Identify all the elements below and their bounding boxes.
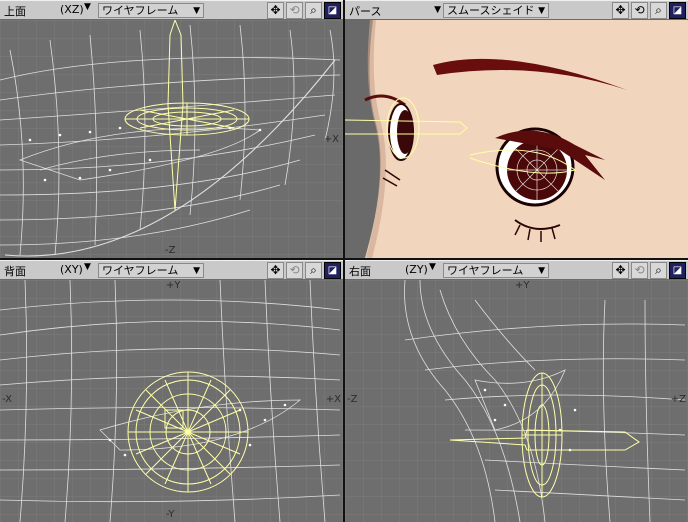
rotate-view-icon[interactable]: ⟲ (286, 2, 303, 19)
zoom-view-icon[interactable]: ⌕ (650, 2, 667, 19)
viewport-canvas[interactable] (345, 20, 688, 258)
viewport-header: 上面 (XZ) ▼ ワイヤフレーム ▼ ✥ ⟲ ⌕ ◪ (0, 0, 343, 20)
view-type-select[interactable]: ▼ (357, 3, 441, 18)
chevron-down-icon: ▼ (193, 6, 200, 16)
view-dropdown-arrow-icon[interactable]: ▼ (429, 262, 436, 272)
viewport-toolbar: ✥ ⟲ ⌕ ◪ (612, 262, 686, 279)
viewport-canvas[interactable]: +X -Z (0, 20, 343, 258)
maximize-view-icon[interactable]: ◪ (669, 2, 686, 19)
axis-label-right: +X (325, 394, 341, 405)
display-mode-select[interactable]: ワイヤフレーム ▼ (98, 263, 204, 278)
move-view-icon[interactable]: ✥ (612, 2, 629, 19)
display-mode-select[interactable]: ワイヤフレーム ▼ (98, 3, 204, 18)
axis-label-right: +Z (670, 394, 686, 405)
axis-label-bottom: -Y (166, 509, 175, 520)
axis-label-bottom: -Z (165, 245, 176, 256)
rotate-view-icon[interactable]: ⟲ (631, 2, 648, 19)
chevron-down-icon: ▼ (538, 6, 545, 16)
viewport-header: 右面 (ZY) ▼ ワイヤフレーム ▼ ✥ ⟲ ⌕ ◪ (345, 260, 688, 280)
chevron-down-icon: ▼ (193, 266, 200, 276)
view-dropdown-arrow-icon[interactable]: ▼ (84, 262, 91, 272)
axis-label-right: +X (323, 134, 339, 145)
view-dropdown-arrow-icon[interactable]: ▼ (84, 2, 91, 12)
rotate-view-icon[interactable]: ⟲ (631, 262, 648, 279)
axis-label-top: +Y (166, 280, 181, 291)
move-view-icon[interactable]: ✥ (267, 2, 284, 19)
axis-label-left: -X (2, 394, 12, 405)
axis-label: (ZY) (405, 263, 428, 276)
viewport-canvas[interactable]: +Y -Z +Z (345, 280, 688, 522)
rotate-view-icon[interactable]: ⟲ (286, 262, 303, 279)
maximize-view-icon[interactable]: ◪ (324, 2, 341, 19)
display-mode-label: ワイヤフレーム (447, 264, 524, 277)
viewport-canvas[interactable]: +Y -X +X -Y (0, 280, 343, 522)
viewport-top[interactable]: 上面 (XZ) ▼ ワイヤフレーム ▼ ✥ ⟲ ⌕ ◪ +X -Z (0, 0, 343, 258)
viewport-toolbar: ✥ ⟲ ⌕ ◪ (267, 2, 341, 19)
viewport-header: パース ▼ スムースシェイド ▼ ✥ ⟲ ⌕ ◪ (345, 0, 688, 20)
axis-label: (XY) (60, 263, 83, 276)
viewport-toolbar: ✥ ⟲ ⌕ ◪ (612, 2, 686, 19)
display-mode-label: ワイヤフレーム (102, 264, 179, 277)
viewport-name: 背面 (4, 265, 26, 278)
zoom-view-icon[interactable]: ⌕ (305, 262, 322, 279)
maximize-view-icon[interactable]: ◪ (669, 262, 686, 279)
display-mode-label: ワイヤフレーム (102, 4, 179, 17)
maximize-view-icon[interactable]: ◪ (324, 262, 341, 279)
display-mode-select[interactable]: スムースシェイド ▼ (443, 3, 549, 18)
chevron-down-icon: ▼ (538, 266, 545, 276)
axis-label: (XZ) (60, 3, 84, 16)
axis-label-left: -Z (347, 394, 358, 405)
display-mode-select[interactable]: ワイヤフレーム ▼ (443, 263, 549, 278)
viewport-header: 背面 (XY) ▼ ワイヤフレーム ▼ ✥ ⟲ ⌕ ◪ (0, 260, 343, 280)
display-mode-label: スムースシェイド (447, 4, 535, 17)
viewport-right[interactable]: 右面 (ZY) ▼ ワイヤフレーム ▼ ✥ ⟲ ⌕ ◪ +Y -Z +Z (345, 260, 688, 522)
move-view-icon[interactable]: ✥ (267, 262, 284, 279)
viewport-back[interactable]: 背面 (XY) ▼ ワイヤフレーム ▼ ✥ ⟲ ⌕ ◪ +Y -X +X -Y (0, 260, 343, 522)
lightwave-modeler-viewports: 上面 (XZ) ▼ ワイヤフレーム ▼ ✥ ⟲ ⌕ ◪ +X -Z パース ▼ … (0, 0, 688, 522)
viewport-name: 上面 (4, 5, 26, 18)
viewport-perspective[interactable]: パース ▼ スムースシェイド ▼ ✥ ⟲ ⌕ ◪ (345, 0, 688, 258)
viewport-toolbar: ✥ ⟲ ⌕ ◪ (267, 262, 341, 279)
viewport-name: 右面 (349, 265, 371, 278)
zoom-view-icon[interactable]: ⌕ (305, 2, 322, 19)
zoom-view-icon[interactable]: ⌕ (650, 262, 667, 279)
move-view-icon[interactable]: ✥ (612, 262, 629, 279)
axis-label-top: +Y (515, 280, 530, 291)
chevron-down-icon: ▼ (434, 5, 441, 15)
